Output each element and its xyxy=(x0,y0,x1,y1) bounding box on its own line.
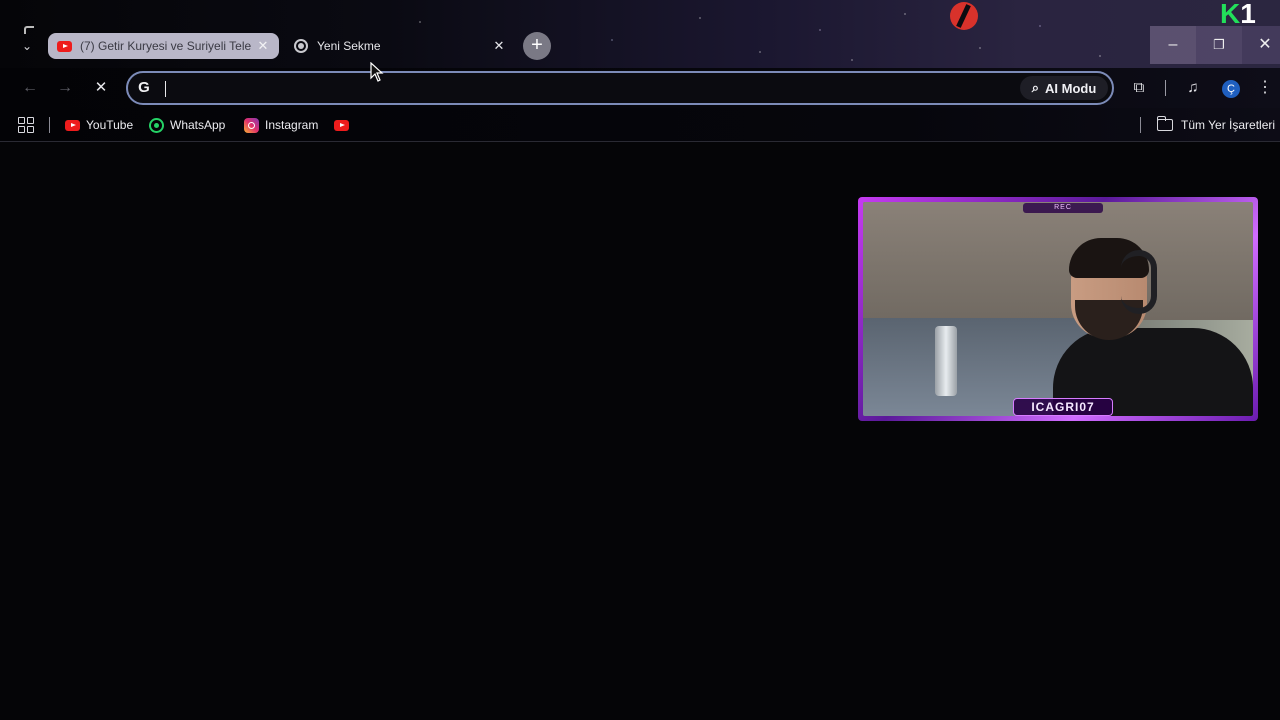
all-bookmarks-label: Tüm Yer İşaretleri xyxy=(1181,118,1276,132)
webcam-overlay: REC ICAGRI07 xyxy=(858,197,1258,421)
back-button[interactable]: ← xyxy=(18,76,42,100)
webcam-drink-can xyxy=(935,326,957,396)
tab-active[interactable]: (7) Getir Kuryesi ve Suriyeli Tele ✕ xyxy=(48,33,279,59)
headset-icon xyxy=(1121,250,1157,314)
apps-grid-icon[interactable] xyxy=(18,117,34,133)
toolbar-divider xyxy=(1165,80,1166,96)
bookmarks-divider xyxy=(1140,117,1141,133)
ai-mode-button[interactable]: ⌕ AI Modu xyxy=(1020,76,1108,100)
tab-new-tab[interactable]: Yeni Sekme ✕ xyxy=(285,33,515,59)
search-sparkle-icon: ⌕ xyxy=(1031,80,1039,95)
new-tab-button[interactable]: + xyxy=(523,32,551,60)
bookmark-label: WhatsApp xyxy=(170,118,226,132)
profile-avatar[interactable]: Ç xyxy=(1219,76,1243,100)
webcam-background xyxy=(863,202,1253,320)
tab-strip: ⌄ (7) Getir Kuryesi ve Suriyeli Tele ✕ Y… xyxy=(0,0,1280,68)
tab-title: Yeni Sekme xyxy=(317,39,381,53)
bookmark-label: Instagram xyxy=(265,118,319,132)
window-close-button[interactable]: ✕ xyxy=(1242,26,1280,64)
bookmark-label: YouTube xyxy=(86,118,134,132)
youtube-icon xyxy=(333,117,349,133)
chrome-icon xyxy=(293,38,309,54)
k1-logo: K1 xyxy=(1220,0,1280,28)
address-bar[interactable]: G ⌕ AI Modu xyxy=(126,71,1114,105)
stop-loading-button[interactable]: ✕ xyxy=(89,76,113,100)
text-caret xyxy=(165,81,166,97)
tab-title: (7) Getir Kuryesi ve Suriyeli Tele xyxy=(80,39,252,53)
k1-letter: K xyxy=(1220,0,1241,29)
youtube-icon xyxy=(56,38,72,54)
instagram-icon xyxy=(243,117,259,133)
media-controls-icon[interactable]: ♫ xyxy=(1181,76,1205,100)
forward-button[interactable]: → xyxy=(53,76,77,100)
close-icon[interactable]: ✕ xyxy=(255,38,271,54)
google-icon: G xyxy=(138,79,150,96)
bookmark-instagram[interactable]: Instagram xyxy=(243,115,318,135)
toolbar: ← → ✕ G ⌕ AI Modu ⧉ ♫ Ç ⋮ xyxy=(0,68,1280,108)
folder-icon xyxy=(1156,116,1173,131)
webcam-rec-tag: REC xyxy=(1023,203,1103,213)
minimize-button[interactable]: – xyxy=(1150,26,1196,64)
stream-overlay-logo xyxy=(948,0,1148,34)
menu-icon[interactable]: ⋮ xyxy=(1253,76,1277,100)
close-icon[interactable]: ✕ xyxy=(491,38,507,54)
extensions-icon[interactable]: ⧉ xyxy=(1127,76,1151,100)
whatsapp-icon xyxy=(148,117,164,133)
all-bookmarks-button[interactable]: Tüm Yer İşaretleri xyxy=(1156,115,1276,135)
webcam-name-tag: ICAGRI07 xyxy=(1013,398,1113,416)
webcam-feed: REC ICAGRI07 xyxy=(863,202,1253,416)
ai-mode-label: AI Modu xyxy=(1045,80,1097,96)
bookmarks-bar: YouTube WhatsApp Instagram Tüm Yer İşare… xyxy=(0,108,1280,142)
bookmark-youtube[interactable]: YouTube xyxy=(64,115,133,135)
youtube-icon xyxy=(64,117,80,133)
avatar: Ç xyxy=(1222,80,1240,98)
maximize-button[interactable]: ❐ xyxy=(1196,26,1242,64)
corner-decoration xyxy=(24,26,34,34)
bookmarks-divider xyxy=(49,117,50,133)
bookmark-youtube-2[interactable] xyxy=(333,115,355,135)
k1-digit: 1 xyxy=(1240,0,1256,29)
logo-mark-icon xyxy=(950,2,978,30)
bookmark-whatsapp[interactable]: WhatsApp xyxy=(148,115,225,135)
tab-search-button[interactable]: ⌄ xyxy=(16,26,38,56)
chevron-down-icon: ⌄ xyxy=(21,39,33,53)
